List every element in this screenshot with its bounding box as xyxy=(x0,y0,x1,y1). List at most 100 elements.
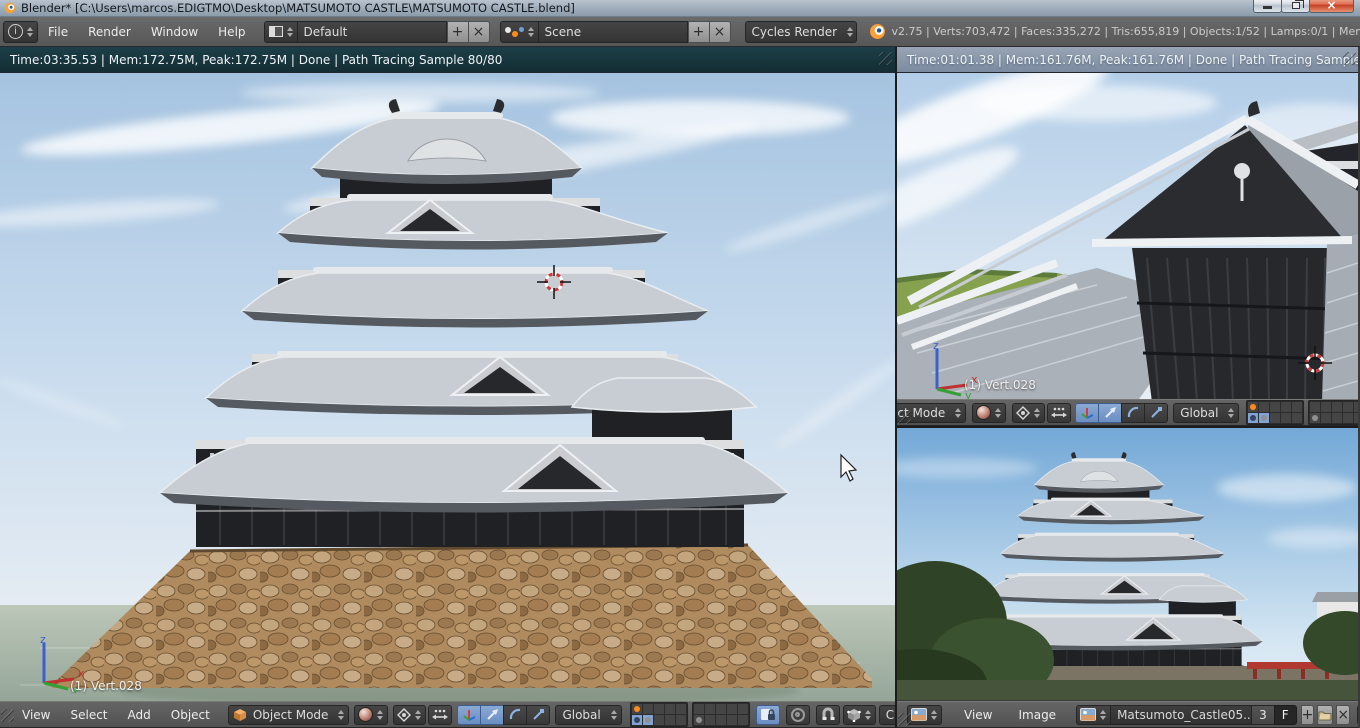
window-titlebar[interactable]: Blender* [C:\Users\marcos.EDIGTMO\Deskto… xyxy=(0,0,1360,17)
manipulator-translate-button[interactable] xyxy=(457,704,482,725)
viewport-secondary-header: ect Mode xyxy=(897,399,1358,426)
image-name-field[interactable]: Matsumoto_Castle05... xyxy=(1110,704,1253,725)
scene-statistics: v2.75 | Verts:703,472 | Faces:335,272 | … xyxy=(891,25,1360,38)
blender-logo-icon xyxy=(869,24,885,39)
manipulate-centers-button[interactable] xyxy=(1047,402,1072,423)
info-header: i File Render Window Help Default + × Sc… xyxy=(0,17,1360,47)
corner-grip-icon[interactable] xyxy=(879,52,892,65)
snap-target-selector[interactable]: Closest xyxy=(878,704,895,725)
pivot-spinner xyxy=(411,709,425,720)
menu-render[interactable]: Render xyxy=(78,25,141,39)
pivot-spinner xyxy=(1030,407,1044,418)
restore-button[interactable] xyxy=(1281,0,1310,13)
delete-scene-button[interactable]: × xyxy=(708,20,731,43)
viewport-shading-selector[interactable] xyxy=(354,704,389,725)
image-editor-icon xyxy=(911,708,927,721)
manipulator-translate-button[interactable] xyxy=(1075,402,1100,423)
manipulator-rotate-button[interactable] xyxy=(503,704,528,725)
transform-orientation-selector[interactable]: Global xyxy=(555,704,622,725)
fake-user-button[interactable]: F xyxy=(1273,704,1297,725)
scene-lock-icon xyxy=(760,709,775,720)
menu-view[interactable]: View xyxy=(12,708,60,722)
delete-layout-button[interactable]: × xyxy=(467,20,490,43)
object-mode-cube-icon xyxy=(233,708,246,721)
menu-file[interactable]: File xyxy=(38,25,78,39)
scene-selector[interactable]: Scene xyxy=(537,20,688,43)
manipulator-arrow-button[interactable] xyxy=(1098,402,1123,423)
render-view-main[interactable]: z x y (1) Vert.028 xyxy=(0,73,895,701)
manipulator-scale-button[interactable] xyxy=(526,704,551,725)
render-status-secondary-text: Time:01:01.38 | Mem:161.76M, Peak:161.76… xyxy=(907,52,1358,67)
manipulate-centers-button[interactable] xyxy=(428,704,453,725)
viewport-secondary: Time:01:01.38 | Mem:161.76M, Peak:161.76… xyxy=(897,47,1358,428)
image-users-count[interactable]: 3 xyxy=(1251,704,1275,725)
close-icon: × xyxy=(713,23,726,40)
screen-layout-icon-button[interactable] xyxy=(263,20,298,43)
translate-axis-icon xyxy=(463,710,476,721)
manipulator-arrow-button[interactable] xyxy=(480,704,505,725)
editor-type-info-button[interactable]: i xyxy=(3,20,38,43)
orientation-value: Global xyxy=(1180,405,1219,420)
mode-spinner xyxy=(951,407,965,418)
menu-window[interactable]: Window xyxy=(141,25,208,39)
manipulate-centers-icon xyxy=(432,709,449,719)
snap-element-selector[interactable] xyxy=(842,704,876,725)
proportional-edit-icon xyxy=(790,707,805,722)
snap-target-value: Closest xyxy=(885,707,895,722)
menu-add[interactable]: Add xyxy=(118,708,161,722)
layers-grid-1[interactable] xyxy=(629,702,688,727)
menu-select[interactable]: Select xyxy=(60,708,117,722)
pivot-point-selector[interactable] xyxy=(393,704,427,725)
editor-type-image-button[interactable] xyxy=(907,704,942,725)
browse-image-button[interactable] xyxy=(1076,704,1112,725)
workspace: Time:03:35.53 | Mem:172.75M, Peak:172.75… xyxy=(0,47,1360,728)
image-editor-header: View Image Matsumoto_Castle05... 3 F + × xyxy=(897,701,1358,728)
axis-z-label: z xyxy=(40,635,46,646)
translate-axis-icon xyxy=(1081,408,1094,419)
menu-view[interactable]: View xyxy=(954,708,1002,722)
unlink-image-button[interactable]: × xyxy=(1336,704,1351,725)
3d-cursor-icon xyxy=(537,265,571,299)
manipulator-scale-button[interactable] xyxy=(1144,402,1169,423)
menu-object[interactable]: Object xyxy=(161,708,220,722)
close-icon: × xyxy=(1337,706,1350,723)
add-layout-button[interactable]: + xyxy=(446,20,469,43)
close-button[interactable]: × xyxy=(1309,0,1354,13)
lock-to-scene-button[interactable] xyxy=(755,704,780,725)
pivot-point-selector[interactable] xyxy=(1012,402,1046,423)
manipulator-buttons xyxy=(1075,402,1169,423)
scene-icon-button[interactable] xyxy=(499,20,539,43)
mode-selector[interactable]: Object Mode xyxy=(227,704,350,725)
screen-layout-selector[interactable]: Default xyxy=(296,20,447,43)
corner-grip-icon[interactable] xyxy=(1343,52,1356,65)
corner-grip-icon[interactable] xyxy=(1,709,14,722)
rotate-arc-icon xyxy=(1127,406,1138,418)
transform-orientation-selector[interactable]: Global xyxy=(1173,402,1240,423)
corner-grip-icon[interactable] xyxy=(898,713,911,726)
active-object-label-main: (1) Vert.028 xyxy=(70,679,142,693)
manipulator-rotate-button[interactable] xyxy=(1121,402,1146,423)
pin-button[interactable] xyxy=(1357,704,1358,725)
proportional-edit-button[interactable] xyxy=(785,704,810,725)
plus-icon: + xyxy=(692,23,705,40)
browse-spinner xyxy=(1096,709,1110,720)
restore-icon xyxy=(1291,0,1304,9)
new-image-button[interactable]: + xyxy=(1300,704,1315,725)
render-engine-selector[interactable]: Cycles Render xyxy=(744,20,857,43)
blender-window: Blender* [C:\Users\marcos.EDIGTMO\Deskto… xyxy=(0,0,1360,728)
image-editor-view[interactable] xyxy=(897,428,1358,701)
minimize-button[interactable] xyxy=(1253,0,1282,13)
layers-grid-2[interactable] xyxy=(1308,400,1358,425)
menu-image[interactable]: Image xyxy=(1008,708,1066,722)
layers-grid-1[interactable] xyxy=(1246,400,1305,425)
window-title: Blender* [C:\Users\marcos.EDIGTMO\Deskto… xyxy=(21,1,575,15)
layers-grid-2[interactable] xyxy=(691,702,750,727)
add-scene-button[interactable]: + xyxy=(687,20,710,43)
snap-toggle-button[interactable] xyxy=(815,704,840,725)
open-image-button[interactable] xyxy=(1317,704,1334,725)
shading-sphere-icon xyxy=(358,707,374,722)
corner-grip-icon[interactable] xyxy=(898,411,911,424)
viewport-shading-selector[interactable] xyxy=(972,402,1007,423)
render-view-secondary[interactable]: z x y (1) Vert.028 xyxy=(897,73,1358,399)
menu-help[interactable]: Help xyxy=(208,25,255,39)
